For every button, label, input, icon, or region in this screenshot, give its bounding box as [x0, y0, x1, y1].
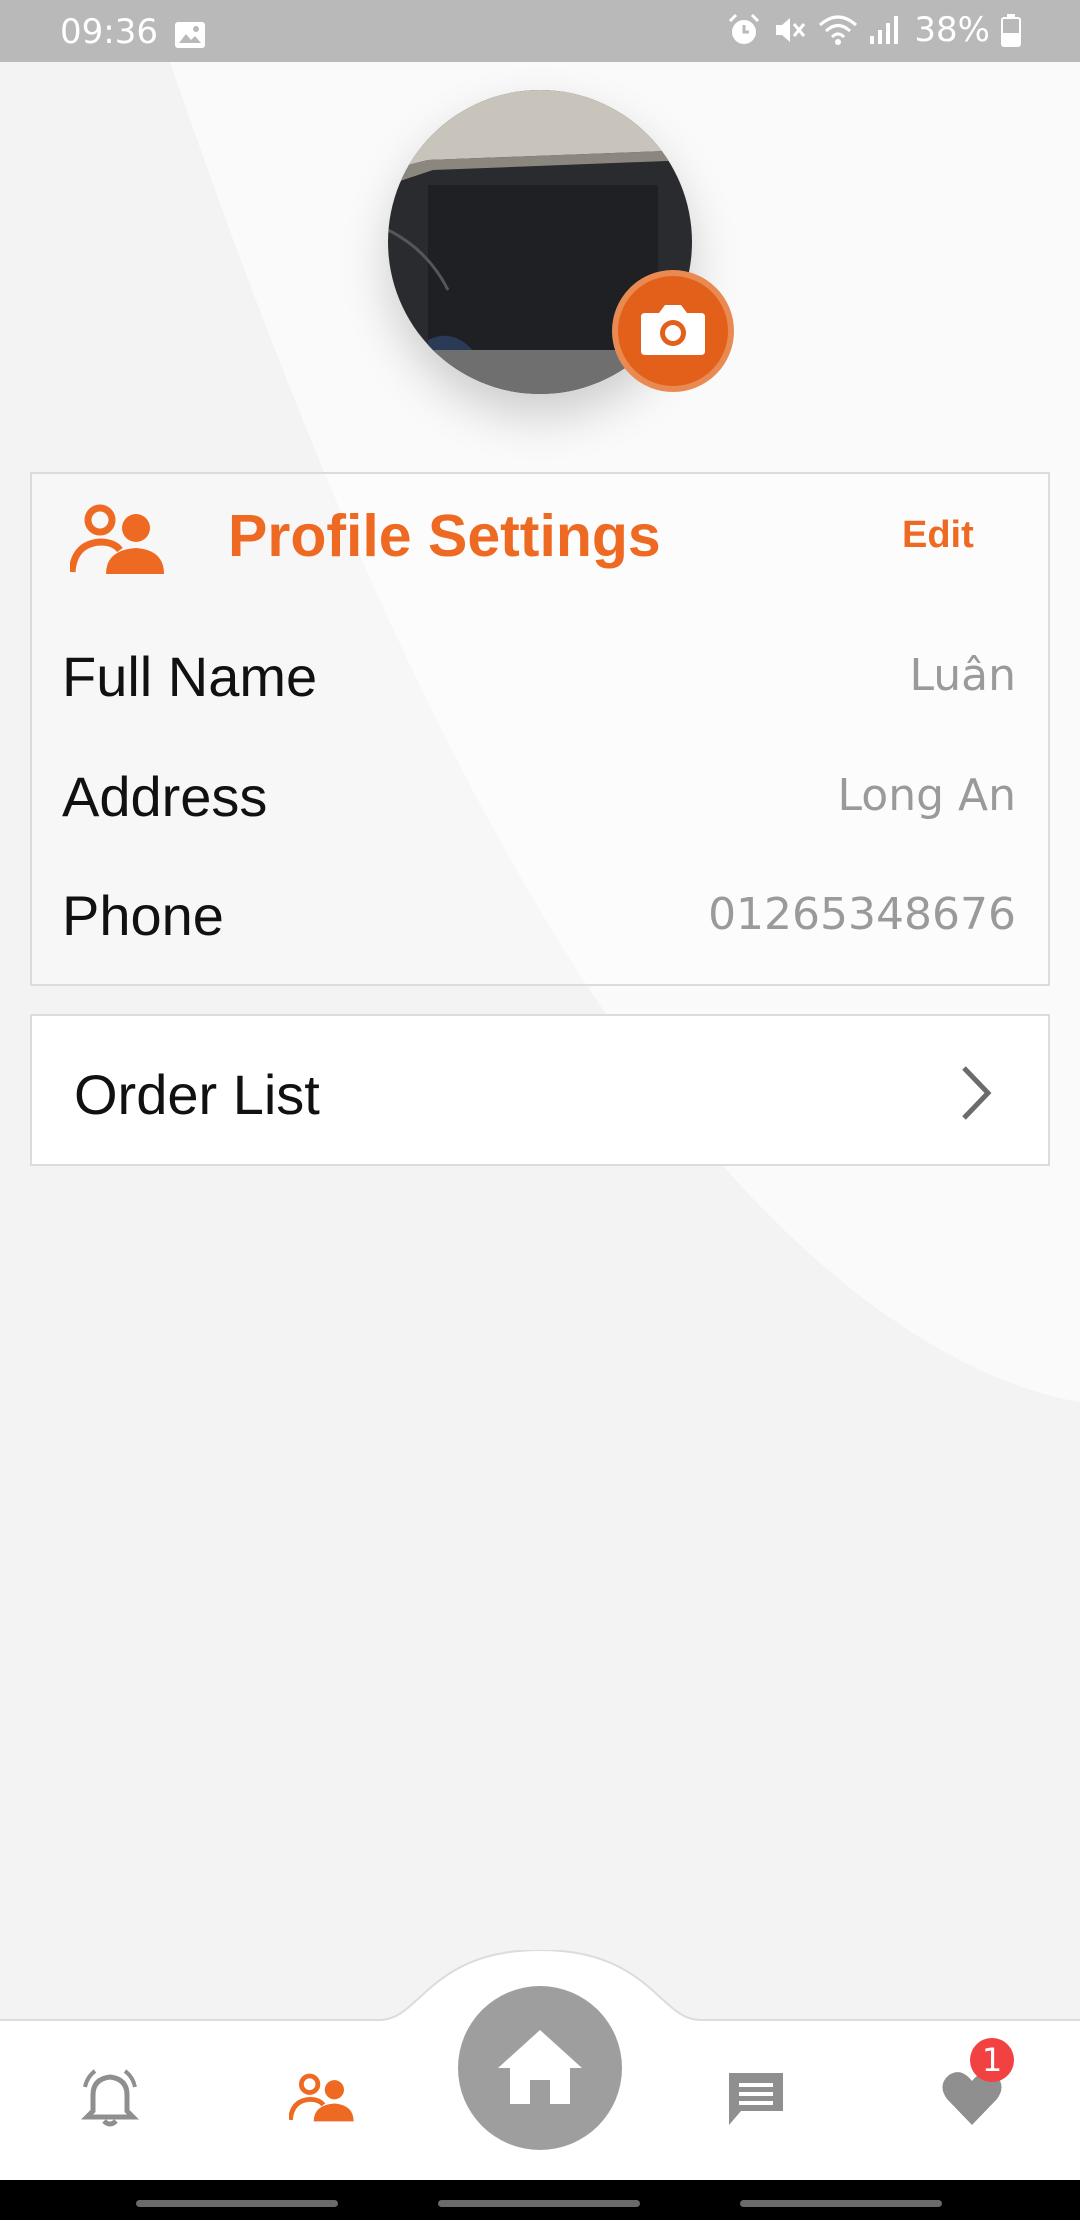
camera-button[interactable] — [612, 270, 734, 392]
order-list-label: Order List — [74, 1063, 320, 1126]
profile-icon — [287, 2072, 355, 2129]
battery-text: 38% — [914, 10, 990, 50]
system-recents-button[interactable] — [136, 2200, 338, 2207]
wifi-icon — [818, 13, 858, 47]
address-value: Long An — [837, 770, 1016, 821]
mute-icon — [772, 12, 808, 48]
phone-value: 01265348676 — [708, 889, 1016, 940]
system-back-button[interactable] — [740, 2200, 942, 2207]
address-label: Address — [62, 765, 268, 828]
notifications-tab[interactable] — [70, 2060, 150, 2140]
camera-icon — [639, 301, 707, 362]
phone-label: Phone — [62, 884, 224, 947]
status-bar: 09:36 38% — [0, 0, 1080, 62]
chevron-right-icon — [956, 1064, 996, 1127]
messages-icon — [723, 2065, 789, 2136]
system-home-button[interactable] — [438, 2200, 640, 2207]
address-row: Address Long An — [32, 754, 1048, 834]
image-icon — [174, 18, 206, 58]
signal-icon — [868, 14, 902, 46]
home-button[interactable] — [458, 1986, 622, 2150]
alarm-icon — [726, 12, 762, 48]
home-icon — [494, 2026, 586, 2111]
edit-button[interactable]: Edit — [902, 514, 974, 557]
profile-settings-header: Profile Settings Edit — [32, 474, 1048, 604]
order-list-button[interactable]: Order List — [30, 1014, 1050, 1166]
bottom-navigation — [0, 1950, 1080, 2180]
profile-settings-title: Profile Settings — [228, 503, 661, 569]
full-name-label: Full Name — [62, 645, 318, 708]
phone-row: Phone 01265348676 — [32, 873, 1048, 953]
full-name-value: Luân — [909, 650, 1016, 701]
profile-settings-icon — [68, 504, 166, 581]
battery-icon — [1000, 13, 1022, 47]
notifications-icon — [77, 2065, 143, 2136]
profile-tab[interactable] — [282, 2060, 362, 2140]
messages-tab[interactable] — [716, 2060, 796, 2140]
status-icons: 38% — [726, 10, 1022, 50]
status-time: 09:36 — [60, 12, 158, 52]
full-name-row: Full Name Luân — [32, 634, 1048, 714]
profile-settings-card: Profile Settings Edit Full Name Luân Add… — [30, 472, 1050, 986]
favorites-badge: 1 — [970, 2038, 1014, 2082]
system-navigation-bar — [0, 2180, 1080, 2220]
